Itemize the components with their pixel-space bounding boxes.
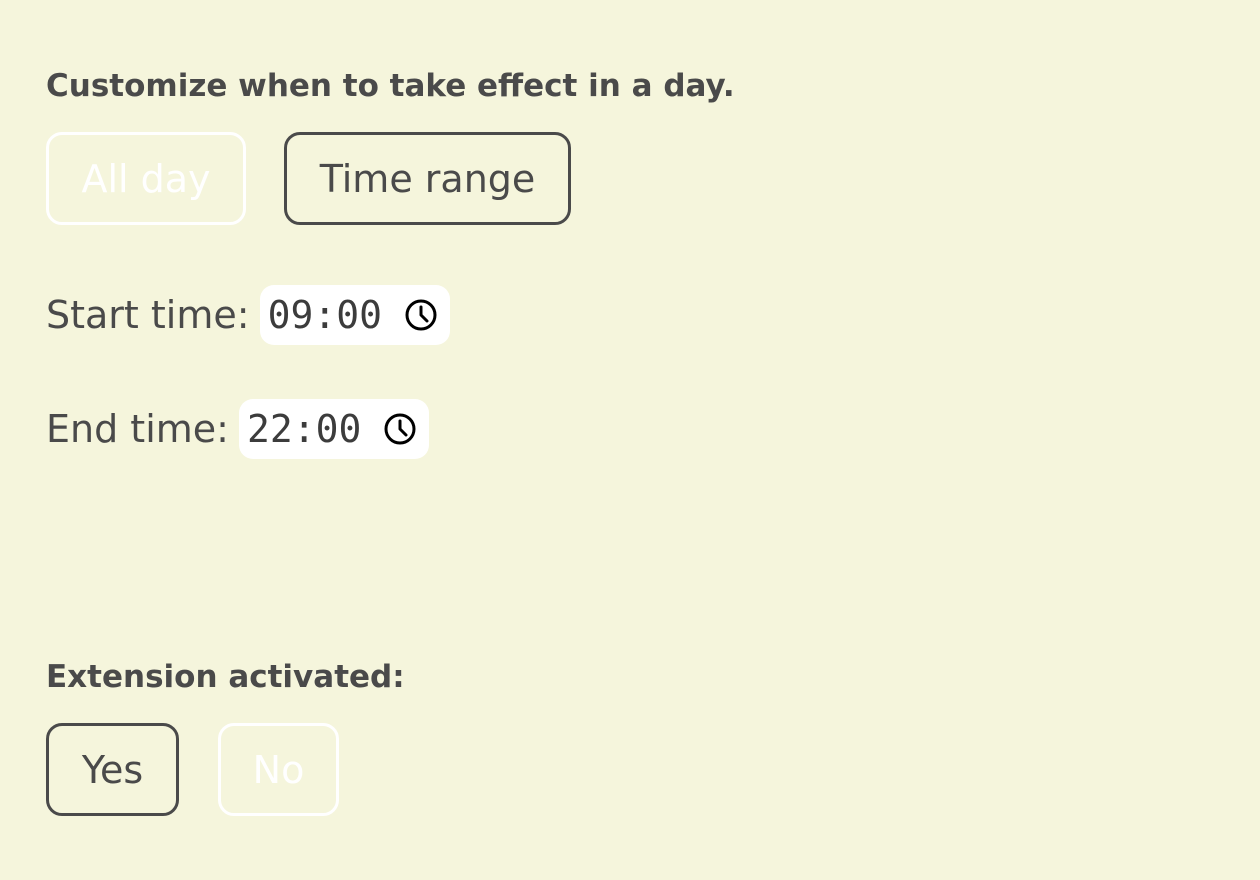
- activation-heading: Extension activated:: [46, 659, 405, 695]
- settings-panel: Customize when to take effect in a day. …: [0, 0, 1260, 880]
- start-time-row: Start time: 09:00: [46, 285, 450, 345]
- yes-button[interactable]: Yes: [46, 723, 179, 816]
- end-time-value[interactable]: 22:00: [247, 407, 361, 451]
- start-time-input[interactable]: 09:00: [259, 285, 450, 345]
- start-time-label: Start time:: [46, 293, 250, 337]
- schedule-heading: Customize when to take effect in a day.: [46, 68, 735, 104]
- all-day-button[interactable]: All day: [46, 132, 246, 225]
- clock-icon[interactable]: [383, 412, 417, 446]
- end-time-row: End time: 22:00: [46, 399, 430, 459]
- start-time-value[interactable]: 09:00: [268, 293, 382, 337]
- no-button[interactable]: No: [218, 723, 339, 816]
- end-time-input[interactable]: 22:00: [238, 399, 430, 459]
- time-range-button[interactable]: Time range: [284, 132, 571, 225]
- clock-icon[interactable]: [404, 298, 438, 332]
- end-time-label: End time:: [46, 407, 229, 451]
